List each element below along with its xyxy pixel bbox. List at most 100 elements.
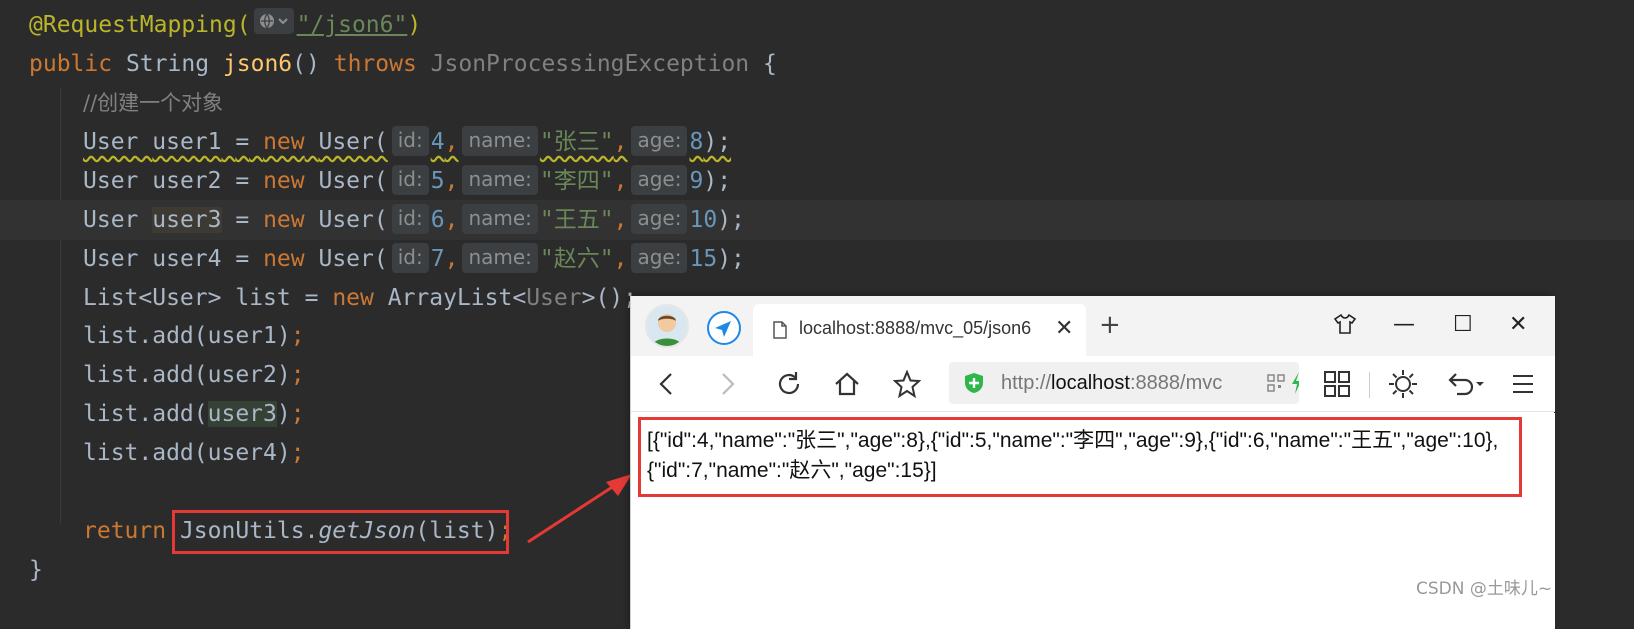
- qr-code-icon[interactable]: [1267, 374, 1285, 397]
- keyword-new: new: [263, 129, 305, 155]
- ctor-end: );: [703, 129, 732, 155]
- tab-close-icon[interactable]: ✕: [1055, 316, 1073, 341]
- home-icon[interactable]: [829, 366, 865, 402]
- code-line-method-signature[interactable]: public String json6() throws JsonProcess…: [0, 44, 1634, 84]
- keyword-new: new: [263, 168, 305, 194]
- arg-id: 4: [430, 129, 445, 155]
- arg-name: "王五": [539, 207, 614, 233]
- generic-type: User: [526, 285, 582, 311]
- undo-icon[interactable]: [1443, 366, 1487, 402]
- user-avatar-icon[interactable]: [645, 304, 689, 348]
- assign-op: =: [235, 129, 250, 155]
- ctor-call: User(: [318, 129, 388, 155]
- url-host: localhost: [1051, 372, 1130, 394]
- var-user4: user4: [152, 246, 222, 272]
- var-user3: user3: [152, 207, 222, 233]
- bolt-icon[interactable]: [1291, 372, 1299, 399]
- close-button[interactable]: ✕: [1509, 312, 1527, 338]
- add-arg: user2: [207, 362, 277, 388]
- ctor-call: User(: [318, 207, 388, 233]
- arraylist-ctor: ArrayList<: [387, 285, 527, 311]
- semicolon: ;: [290, 362, 305, 388]
- address-url[interactable]: http://localhost:8888/mvc: [1001, 372, 1222, 395]
- code-comment: //创建一个对象: [83, 91, 224, 115]
- add-arg: user3: [207, 401, 277, 427]
- add-arg: user1: [207, 323, 277, 349]
- forward-icon[interactable]: [709, 366, 745, 402]
- mapping-path[interactable]: "/json6": [297, 12, 408, 38]
- code-line-user3[interactable]: User user3 = new User(id: 6, name: "王五", age…: [0, 200, 1634, 240]
- method-parens: (): [292, 51, 320, 77]
- star-icon[interactable]: [889, 366, 925, 402]
- annotation-close: ): [407, 12, 422, 38]
- address-bar[interactable]: http://localhost:8888/mvc: [949, 362, 1299, 404]
- return-type: String: [125, 51, 210, 77]
- new-tab-button[interactable]: +: [1099, 312, 1121, 338]
- arg-age: 9: [689, 168, 704, 194]
- globe-icon[interactable]: [253, 8, 294, 34]
- param-hint-name: name:: [462, 165, 538, 195]
- arg-name: "李四": [539, 168, 614, 194]
- security-shield-icon[interactable]: [963, 372, 985, 394]
- type-user: User: [83, 246, 139, 272]
- back-icon[interactable]: [649, 366, 685, 402]
- param-hint-id: id:: [391, 126, 429, 156]
- navigation-compass-icon[interactable]: [707, 311, 741, 345]
- code-line-annotation[interactable]: @RequestMapping("/json6"): [0, 5, 1634, 45]
- arg-name: "张三": [539, 129, 614, 155]
- minimize-button[interactable]: —: [1393, 312, 1415, 338]
- browser-tab-bar: localhost:8888/mvc_05/json6 ✕ + — ☐ ✕: [631, 296, 1555, 356]
- param-hint-age: age:: [631, 165, 688, 195]
- add-call: list.add(: [83, 362, 208, 388]
- param-hint-age: age:: [631, 126, 688, 156]
- keyword-public: public: [29, 51, 113, 77]
- arg-age: 8: [689, 129, 704, 155]
- arg-name: "赵六": [539, 246, 614, 272]
- list-type: List<User>: [83, 285, 222, 311]
- code-line-comment[interactable]: //创建一个对象: [0, 83, 1634, 123]
- var-user1: user1: [152, 129, 222, 155]
- keyword-throws: throws: [333, 51, 417, 77]
- url-rest: :8888/mvc: [1129, 372, 1223, 394]
- assign-op: =: [235, 246, 250, 272]
- arg-id: 6: [430, 207, 445, 233]
- assign-op: =: [235, 207, 250, 233]
- url-scheme: http://: [1001, 372, 1052, 394]
- add-close: ): [276, 440, 291, 466]
- tab-title: localhost:8888/mvc_05/json6: [799, 318, 1032, 338]
- json-output-highlight: [{"id":4,"name":"张三","age":8},{"id":5,"n…: [638, 417, 1522, 497]
- semicolon: ;: [290, 440, 305, 466]
- menu-icon[interactable]: [1505, 366, 1541, 402]
- browser-tab-active[interactable]: localhost:8888/mvc_05/json6 ✕: [753, 304, 1086, 356]
- browser-toolbar: http://localhost:8888/mvc: [631, 356, 1555, 412]
- code-line-user4[interactable]: User user4 = new User(id: 7, name: "赵六", age…: [0, 239, 1634, 279]
- reload-icon[interactable]: [771, 366, 807, 402]
- grid-apps-icon[interactable]: [1319, 366, 1355, 402]
- code-line-user2[interactable]: User user2 = new User(id: 5, name: "李四", age…: [0, 161, 1634, 201]
- ctor-call: User(: [318, 246, 388, 272]
- param-hint-name: name:: [462, 204, 538, 234]
- param-hint-id: id:: [391, 204, 429, 234]
- var-list: list: [235, 285, 291, 311]
- exception-type: JsonProcessingException: [430, 51, 750, 77]
- shirt-icon[interactable]: [1333, 312, 1357, 343]
- maximize-button[interactable]: ☐: [1453, 312, 1473, 338]
- param-hint-age: age:: [631, 243, 688, 273]
- param-hint-id: id:: [391, 165, 429, 195]
- ctor-call: User(: [318, 168, 388, 194]
- watermark: CSDN @土味儿~: [1416, 579, 1553, 599]
- code-highlight-box: [172, 510, 509, 554]
- param-hint-name: name:: [462, 243, 538, 273]
- add-close: ): [276, 323, 291, 349]
- add-close: ): [276, 362, 291, 388]
- arrow-icon: [527, 474, 632, 544]
- closing-brace: }: [29, 557, 43, 583]
- code-line-user1[interactable]: User user1 = new User(id: 4, name: "张三", age…: [0, 122, 1634, 162]
- param-hint-age: age:: [631, 204, 688, 234]
- keyword-new: new: [263, 207, 305, 233]
- arg-id: 5: [430, 168, 445, 194]
- open-brace: {: [763, 51, 777, 77]
- ctor-end: );: [717, 207, 745, 233]
- brightness-icon[interactable]: [1385, 366, 1421, 402]
- arg-age: 15: [689, 246, 718, 272]
